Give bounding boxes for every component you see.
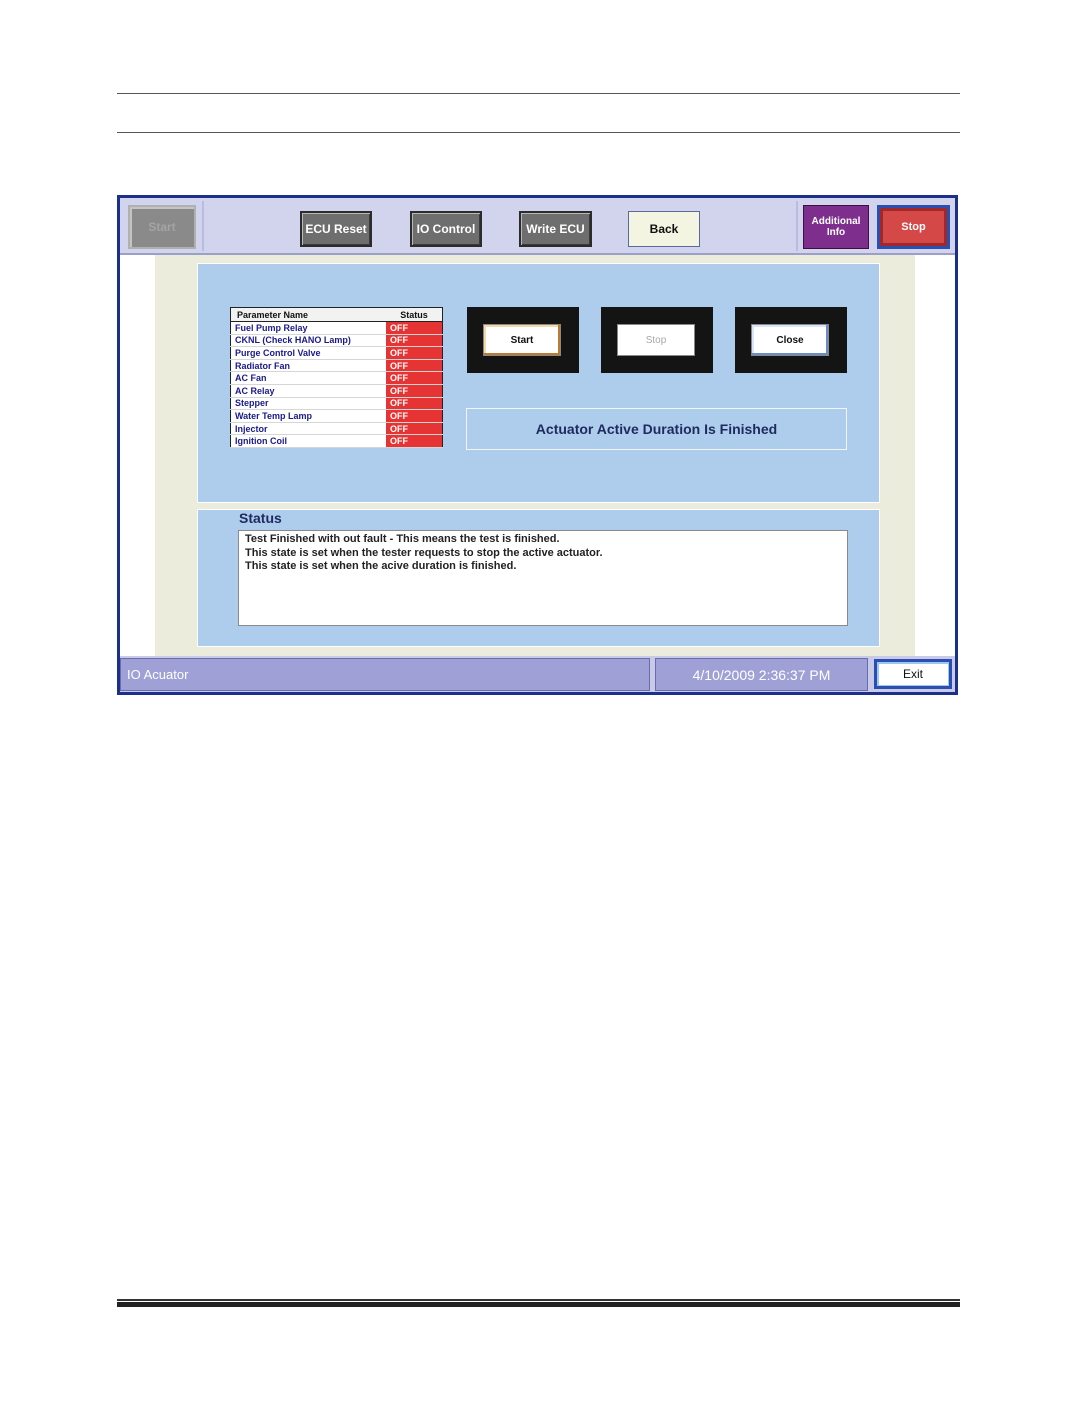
parameter-status: OFF: [386, 346, 443, 360]
parameter-name: Fuel Pump Relay: [230, 321, 386, 335]
actuator-message: Actuator Active Duration Is Finished: [466, 408, 847, 450]
table-row[interactable]: Ignition Coil OFF: [230, 434, 443, 448]
parameter-status: OFF: [386, 422, 443, 436]
table-row[interactable]: Injector OFF: [230, 422, 443, 436]
status-line: This state is set when the acive duratio…: [245, 560, 517, 572]
status-bar: IO Acuator 4/10/2009 2:36:37 PM Exit: [120, 656, 955, 692]
parameter-name: CKNL (Check HANO Lamp): [230, 334, 386, 348]
start-control-frame: Start: [467, 307, 579, 373]
status-line: Test Finished with out fault - This mean…: [245, 533, 560, 545]
parameter-status: OFF: [386, 321, 443, 335]
toolbar-start-button[interactable]: Start: [128, 205, 196, 249]
additional-info-label-line1: Additional: [811, 216, 861, 227]
table-row[interactable]: Stepper OFF: [230, 397, 443, 411]
parameter-name: AC Fan: [230, 371, 386, 385]
parameter-name: Ignition Coil: [230, 434, 386, 448]
additional-info-button[interactable]: Additional Info: [803, 205, 869, 249]
table-row[interactable]: Radiator Fan OFF: [230, 359, 443, 373]
status-textbox[interactable]: Test Finished with out fault - This mean…: [238, 530, 848, 626]
header-rule-bottom: [117, 132, 960, 133]
parameter-status: OFF: [386, 371, 443, 385]
additional-info-label-line2: Info: [826, 227, 846, 238]
header-rule-top: [117, 93, 960, 94]
parameter-status: OFF: [386, 434, 443, 448]
column-header-parameter-name: Parameter Name: [230, 307, 386, 322]
close-control-frame: Close: [735, 307, 847, 373]
parameter-status: OFF: [386, 384, 443, 398]
stop-control-frame: Stop: [601, 307, 713, 373]
parameter-status: OFF: [386, 359, 443, 373]
column-header-status: Status: [386, 307, 443, 322]
footer-rule-thin: [117, 1299, 960, 1301]
parameter-status: OFF: [386, 334, 443, 348]
back-button[interactable]: Back: [628, 211, 700, 247]
status-title: Status: [239, 510, 282, 526]
toolbar-separator: [796, 201, 798, 251]
app-window: Start ECU Reset IO Control Write ECU Bac…: [117, 195, 958, 695]
status-line: This state is set when the tester reques…: [245, 546, 603, 559]
status-panel: Status Test Finished with out fault - Th…: [197, 509, 880, 647]
table-row[interactable]: AC Fan OFF: [230, 371, 443, 385]
write-ecu-button[interactable]: Write ECU: [519, 211, 592, 247]
datetime-display: 4/10/2009 2:36:37 PM: [655, 658, 868, 691]
table-row[interactable]: CKNL (Check HANO Lamp) OFF: [230, 334, 443, 348]
footer-rule-thick: [117, 1302, 960, 1307]
toolbar: Start ECU Reset IO Control Write ECU Bac…: [120, 198, 955, 255]
parameter-name: Radiator Fan: [230, 359, 386, 373]
exit-button[interactable]: Exit: [874, 659, 952, 689]
io-control-button[interactable]: IO Control: [410, 211, 482, 247]
parameter-name: AC Relay: [230, 384, 386, 398]
screen-name: IO Acuator: [120, 658, 650, 691]
parameter-name: Water Temp Lamp: [230, 409, 386, 423]
parameter-name: Purge Control Valve: [230, 346, 386, 360]
content-area: Parameter Name Status Fuel Pump Relay OF…: [120, 255, 955, 656]
exit-button-label: Exit: [877, 662, 949, 686]
table-row[interactable]: Water Temp Lamp OFF: [230, 409, 443, 423]
parameter-status: OFF: [386, 397, 443, 411]
toolbar-stop-button[interactable]: Stop: [877, 205, 950, 249]
actuator-stop-button[interactable]: Stop: [617, 324, 695, 356]
toolbar-separator: [202, 201, 204, 251]
ecu-reset-button[interactable]: ECU Reset: [300, 211, 372, 247]
actuator-panel: Parameter Name Status Fuel Pump Relay OF…: [197, 263, 880, 503]
parameter-name: Stepper: [230, 397, 386, 411]
actuator-close-button[interactable]: Close: [751, 324, 829, 356]
table-row[interactable]: Purge Control Valve OFF: [230, 346, 443, 360]
table-row[interactable]: Fuel Pump Relay OFF: [230, 321, 443, 335]
actuator-start-button[interactable]: Start: [483, 324, 561, 356]
parameter-name: Injector: [230, 422, 386, 436]
table-row[interactable]: AC Relay OFF: [230, 384, 443, 398]
parameter-table: Parameter Name Status Fuel Pump Relay OF…: [230, 307, 443, 448]
parameter-status: OFF: [386, 409, 443, 423]
